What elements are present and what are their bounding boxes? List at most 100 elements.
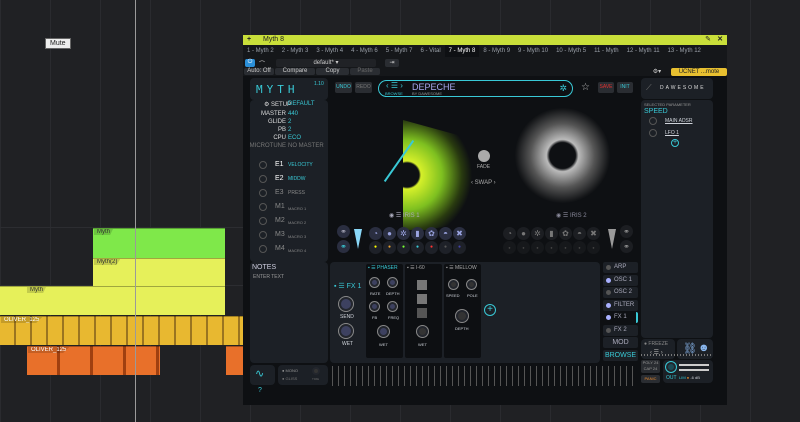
iris2-mode-icon[interactable]: ✲: [531, 227, 544, 240]
iris1-mod-dot-icon[interactable]: ●: [439, 241, 452, 254]
swap-button[interactable]: SWAP: [475, 180, 492, 186]
speed-knob[interactable]: [449, 280, 458, 289]
browse-link[interactable]: BROWSE: [385, 91, 403, 96]
freq-knob[interactable]: [388, 302, 397, 311]
close-icon[interactable]: ✕: [717, 35, 723, 45]
preset-select[interactable]: default* ▾: [276, 59, 376, 67]
glide-time-knob[interactable]: [312, 367, 320, 375]
mod-slot-label[interactable]: MACRO 2: [288, 220, 306, 225]
iris2-link-icon[interactable]: ⚭: [620, 240, 633, 253]
preset-bar[interactable]: ‹ ☰ › BROWSE DEPECHE BY DAWESOME ✲: [378, 80, 573, 97]
iris1-mod-dot-icon[interactable]: ●: [383, 241, 396, 254]
lfo-wave-button[interactable]: ∿: [250, 365, 275, 385]
mod-source-handle[interactable]: [259, 231, 267, 239]
keyboard-strip[interactable]: [332, 366, 637, 386]
gear-icon[interactable]: ⚙▾: [647, 68, 667, 76]
mod-slot-label[interactable]: MACRO 4: [288, 248, 306, 253]
tab-8[interactable]: 8 - Myth 9: [479, 45, 514, 57]
iris1-mod-dot-icon[interactable]: ●: [397, 241, 410, 254]
fade-knob[interactable]: [478, 150, 490, 162]
side-tab-osc2[interactable]: OSC 2: [603, 287, 638, 298]
mod-slot-label[interactable]: PRESS: [288, 190, 305, 196]
clip-myth[interactable]: Myth: [93, 228, 225, 258]
iris1-link-icon[interactable]: ⚭: [337, 225, 350, 238]
iris2-mode-icon[interactable]: ●: [517, 227, 530, 240]
mod-source-handle[interactable]: [259, 189, 267, 197]
mod-source-handle[interactable]: [259, 175, 267, 183]
wet-knob[interactable]: [339, 324, 353, 338]
mod-slot-label[interactable]: MACRO 3: [288, 234, 306, 239]
mod-slot-amount[interactable]: [649, 129, 657, 137]
tab-13[interactable]: 13 - Myth 12: [664, 45, 705, 57]
clip-myth-long[interactable]: Myth: [0, 286, 225, 315]
mod-source-lfo1[interactable]: LFO 1: [665, 130, 679, 136]
clip-oliver-gold[interactable]: OLIVER_125: [0, 316, 245, 345]
iris2-mod-dot-icon[interactable]: ●: [517, 241, 530, 254]
i60-switch[interactable]: [417, 308, 427, 318]
iris2-level-icon[interactable]: [608, 229, 616, 249]
side-tab-mod[interactable]: MOD: [603, 337, 638, 348]
midi-learn-icon[interactable]: ⇥: [385, 59, 399, 67]
fb-knob[interactable]: [370, 302, 379, 311]
iris2-mod-dot-icon[interactable]: ●: [573, 241, 586, 254]
i60-title[interactable]: I-60: [416, 265, 425, 271]
iris1-level-icon[interactable]: [354, 229, 362, 249]
setup-value-glide[interactable]: 2: [288, 119, 291, 125]
tab-10[interactable]: 10 - Myth 5: [552, 45, 590, 57]
setup-value-pb[interactable]: 2: [288, 127, 291, 133]
compare-button[interactable]: Compare: [275, 68, 315, 75]
init-button[interactable]: INIT: [617, 82, 633, 93]
tab-2[interactable]: 2 - Myth 3: [278, 45, 313, 57]
mono-toggle[interactable]: MONO: [286, 368, 298, 373]
iris2-mod-dot-icon[interactable]: ●: [545, 241, 558, 254]
iris1-mode-icon[interactable]: ●: [383, 227, 396, 240]
setup-value-cpu[interactable]: ECO: [288, 135, 301, 141]
setup-value-microtune[interactable]: NO MASTER: [288, 143, 324, 149]
iris1-mod-dot-icon[interactable]: ●: [369, 241, 382, 254]
add-fx-icon[interactable]: +: [484, 304, 496, 316]
tab-5[interactable]: 5 - Myth 7: [382, 45, 417, 57]
output-knob[interactable]: [666, 362, 676, 372]
brain-icon[interactable]: ☻: [698, 342, 710, 354]
copy-button[interactable]: Copy: [316, 68, 349, 75]
tab-1[interactable]: 1 - Myth 2: [243, 45, 278, 57]
iris2-mode-icon[interactable]: ▮: [545, 227, 558, 240]
iris2-mod-dot-icon[interactable]: ●: [587, 241, 600, 254]
mod-slot-label[interactable]: VELOCITY: [288, 162, 313, 168]
side-tab-fx1[interactable]: FX 1: [603, 312, 638, 323]
limiter-toggle[interactable]: LIM: [679, 375, 686, 380]
tab-9[interactable]: 9 - Myth 10: [514, 45, 552, 57]
clip-oliver-orange[interactable]: OLIVER_125: [27, 346, 160, 375]
redo-button[interactable]: REDO: [355, 82, 372, 93]
tab-6[interactable]: 6 - Vital: [416, 45, 444, 57]
mod-slot-label[interactable]: MACRO 1: [288, 206, 306, 211]
iris1-mod-dot-icon[interactable]: ●: [453, 241, 466, 254]
iris1-label[interactable]: IRIS 1: [403, 213, 420, 219]
mod-source-handle[interactable]: [259, 245, 267, 253]
mod-source-handle[interactable]: [259, 217, 267, 225]
iris1-mode-icon[interactable]: ✖: [453, 227, 466, 240]
clip-myth2[interactable]: Myth(2): [93, 258, 225, 286]
mod-source-main-adsr[interactable]: MAIN ADSR: [665, 118, 693, 124]
iris2-mode-icon[interactable]: ✿: [559, 227, 572, 240]
side-tab-fx2[interactable]: FX 2: [603, 324, 638, 336]
tab-3[interactable]: 3 - Myth 4: [312, 45, 347, 57]
poly-value[interactable]: POLY 24: [643, 360, 659, 365]
tab-12[interactable]: 12 - Myth 11: [623, 45, 664, 57]
iris2-mod-dot-icon[interactable]: ●: [531, 241, 544, 254]
iris1-link-icon[interactable]: ⚭: [337, 240, 350, 253]
send-knob[interactable]: [339, 297, 353, 311]
tab-11[interactable]: 11 - Myth: [590, 45, 623, 57]
mod-source-handle[interactable]: [259, 203, 267, 211]
iris1-mod-dot-icon[interactable]: ●: [425, 241, 438, 254]
iris2-mode-icon[interactable]: ◔: [503, 227, 516, 240]
mellow-title[interactable]: MELLOW: [455, 265, 477, 271]
iris2-mod-dot-icon[interactable]: ●: [503, 241, 516, 254]
side-tab-arp[interactable]: ARP: [603, 262, 638, 273]
iris2-mode-icon[interactable]: ◓: [573, 227, 586, 240]
i60-wet-knob[interactable]: [417, 326, 428, 337]
iris1-mode-icon[interactable]: ✿: [425, 227, 438, 240]
iris1-mode-icon[interactable]: ✲: [397, 227, 410, 240]
mod-source-handle[interactable]: [259, 161, 267, 169]
iris2-label[interactable]: IRIS 2: [570, 213, 587, 219]
